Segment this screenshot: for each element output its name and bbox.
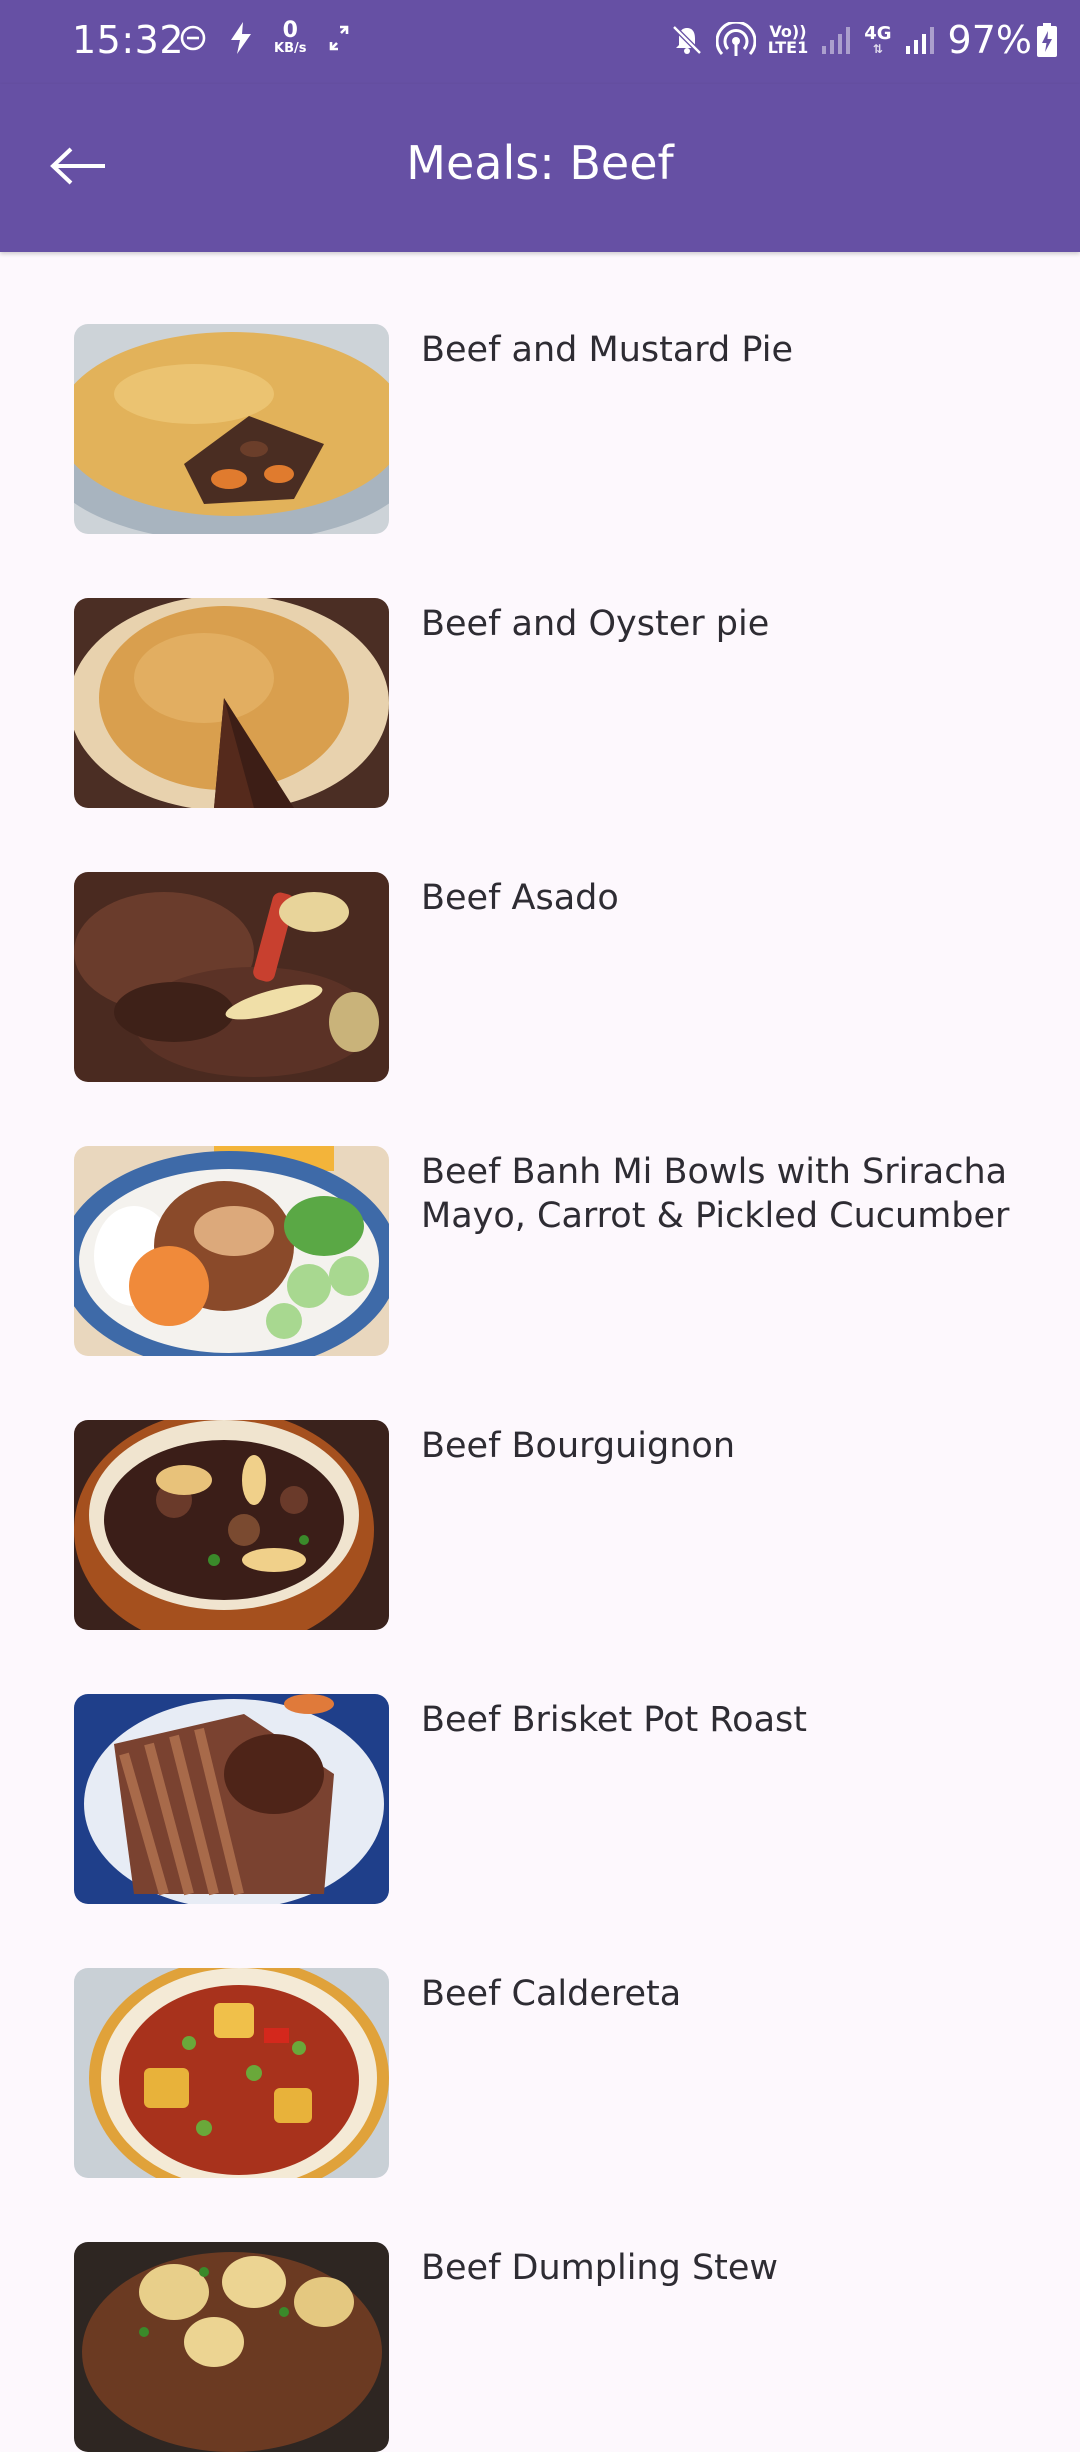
meal-name: Beef Caldereta bbox=[421, 1974, 682, 2014]
page-title: Meals: Beef bbox=[406, 136, 674, 190]
meal-list-item[interactable]: Beef Dumpling Stew bbox=[0, 2170, 1080, 2452]
status-left-icons: 0 KB/s bbox=[178, 20, 372, 55]
meal-list[interactable]: Beef and Mustard Pie Beef and Oyster pie bbox=[0, 252, 1080, 2452]
meal-thumbnail bbox=[74, 2242, 389, 2452]
battery-percent: 97% bbox=[947, 18, 1032, 62]
meal-name: Beef Bourguignon bbox=[421, 1426, 736, 1466]
data-speed-icon: 0 KB/s bbox=[274, 18, 307, 56]
meal-thumbnail bbox=[74, 1968, 389, 2178]
meal-thumbnail bbox=[74, 1694, 389, 1904]
4g-icon: 4G ⇅ bbox=[864, 23, 892, 56]
meal-list-item[interactable]: Beef Caldereta bbox=[0, 1896, 1080, 2178]
battery-charging-icon bbox=[1036, 22, 1058, 58]
screen-rotate-icon bbox=[326, 23, 352, 53]
meal-list-item[interactable]: Beef and Mustard Pie bbox=[0, 252, 1080, 534]
do-not-disturb-icon bbox=[178, 23, 208, 53]
signal-icon bbox=[904, 24, 936, 56]
status-right-icons: Vo)) LTE1 4G ⇅ 97% bbox=[658, 18, 1058, 62]
volte-icon: Vo)) LTE1 bbox=[768, 24, 809, 56]
meal-name: Beef Asado bbox=[421, 878, 619, 918]
hotspot-icon bbox=[715, 22, 756, 58]
data-speed-unit: KB/s bbox=[274, 41, 307, 56]
data-speed-value: 0 bbox=[282, 18, 298, 43]
meal-list-item[interactable]: Beef Asado bbox=[0, 800, 1080, 1082]
lightning-icon bbox=[228, 21, 254, 55]
volte-label-bottom: LTE1 bbox=[767, 38, 809, 57]
meal-thumbnail bbox=[74, 872, 389, 1082]
app-bar: Meals: Beef bbox=[0, 84, 1080, 252]
signal-icon bbox=[820, 24, 852, 56]
meal-list-item[interactable]: Beef Bourguignon bbox=[0, 1348, 1080, 1630]
status-time: 15:32 bbox=[72, 18, 185, 62]
meal-name: Beef Banh Mi Bowls with Sriracha Mayo, C… bbox=[421, 1152, 1010, 1236]
meal-name: Beef and Mustard Pie bbox=[421, 330, 793, 370]
meal-thumbnail bbox=[74, 598, 389, 808]
mute-icon bbox=[670, 23, 704, 57]
status-bar: 15:32 0 KB/s Vo)) LTE1 4G ⇅ 97% bbox=[0, 0, 1080, 84]
meal-list-item[interactable]: Beef Brisket Pot Roast bbox=[0, 1622, 1080, 1904]
meal-thumbnail bbox=[74, 1420, 389, 1630]
meal-list-item[interactable]: Beef and Oyster pie bbox=[0, 526, 1080, 808]
meal-name: Beef Brisket Pot Roast bbox=[421, 1700, 807, 1740]
meal-thumbnail bbox=[74, 324, 389, 534]
meal-name: Beef and Oyster pie bbox=[421, 604, 770, 644]
meal-thumbnail bbox=[74, 1146, 389, 1356]
network-type-label: 4G bbox=[864, 23, 892, 44]
meal-list-item[interactable]: Beef Banh Mi Bowls with Sriracha Mayo, C… bbox=[0, 1074, 1080, 1356]
meal-name: Beef Dumpling Stew bbox=[421, 2248, 779, 2288]
